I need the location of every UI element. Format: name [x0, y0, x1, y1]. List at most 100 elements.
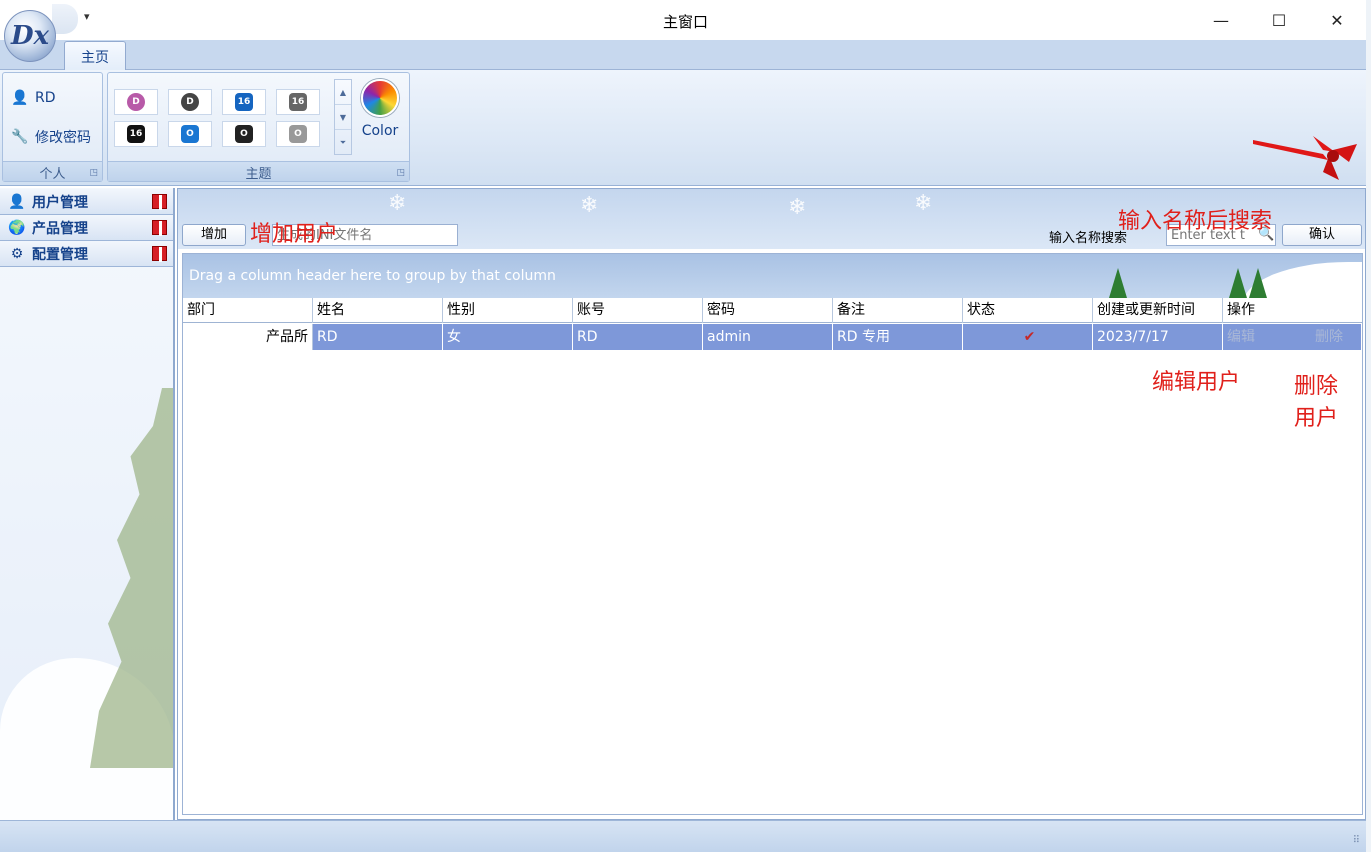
gallery-scroller[interactable]: ▲ ▼ ⏷ — [334, 79, 352, 155]
navigation-sidebar: 👤 用户管理 🌍 产品管理 ⚙ 配置管理 — [0, 188, 175, 820]
cell-status[interactable]: ✔ — [963, 324, 1093, 350]
theme-office-black-icon: 16 — [127, 125, 145, 143]
snowflake-icon: ❄ — [388, 191, 407, 216]
pine-tree-icon — [1109, 268, 1127, 298]
change-password-button[interactable]: 🔧 修改密码 — [11, 127, 91, 147]
gallery-down-icon[interactable]: ▼ — [335, 105, 351, 130]
column-header-remark[interactable]: 备注 — [833, 298, 963, 323]
theme-office-blue-icon: 16 — [235, 93, 253, 111]
group-caption-personal: 个人 — [3, 161, 102, 182]
cell-gender[interactable]: 女 — [443, 324, 573, 350]
theme-gallery: D D 16 16 16 O O O — [114, 85, 330, 155]
sidebar-item-user-management[interactable]: 👤 用户管理 — [0, 189, 173, 215]
ribbon-tab-strip: 主页 — [0, 40, 1366, 71]
column-header-password[interactable]: 密码 — [703, 298, 833, 323]
column-header-name[interactable]: 姓名 — [313, 298, 443, 323]
minimize-button[interactable]: — — [1201, 6, 1241, 34]
user-icon: 👤 — [11, 90, 29, 106]
sidebar-item-config-management[interactable]: ⚙ 配置管理 — [0, 241, 173, 267]
current-user-label: RD — [35, 90, 56, 106]
search-label: 输入名称搜索 — [1049, 231, 1128, 246]
edit-user-link[interactable]: 编辑 — [1227, 324, 1255, 350]
group-panel-hint: Drag a column header here to group by th… — [189, 268, 556, 284]
table-row[interactable]: 产品所 RD 女 RD admin RD 专用 ✔ 2023/7/17 编辑 删… — [183, 324, 1362, 350]
annotation-delete-user-line2: 用户 — [1294, 406, 1339, 431]
gallery-expand-icon[interactable]: ⏷ — [335, 130, 351, 155]
snowflake-icon: ❄ — [914, 191, 933, 216]
annotation-search: 输入名称后搜索 — [1118, 209, 1273, 234]
column-header-status[interactable]: 状态 — [963, 298, 1093, 323]
cell-dept[interactable]: 产品所 — [183, 324, 313, 350]
theme-item[interactable]: O — [222, 121, 266, 147]
cell-account[interactable]: RD — [573, 324, 703, 350]
theme-dx-dark-icon: D — [181, 93, 199, 111]
theme-office-gray-icon: 16 — [289, 93, 307, 111]
app-menu-orb[interactable]: Dx — [4, 10, 56, 62]
sidebar-item-label: 配置管理 — [32, 246, 88, 263]
tree-decoration — [90, 388, 173, 768]
theme-office-2013-light-icon: O — [289, 125, 307, 143]
resize-grip-icon[interactable]: ⠿ — [1353, 835, 1360, 846]
sidebar-item-product-management[interactable]: 🌍 产品管理 — [0, 215, 173, 241]
gallery-up-icon[interactable]: ▲ — [335, 80, 351, 105]
snowflake-icon: ❄ — [788, 195, 807, 220]
color-button[interactable]: Color — [358, 79, 402, 149]
column-header-row: 部门 姓名 性别 账号 密码 备注 状态 创建或更新时间 操作 — [183, 298, 1362, 323]
key-icon: 🔧 — [11, 129, 29, 145]
app-logo-icon: Dx — [10, 21, 50, 51]
theme-item[interactable]: 16 — [114, 121, 158, 147]
window-title: 主窗口 — [662, 13, 708, 31]
theme-dx-pink-icon: D — [127, 93, 145, 111]
color-label: Color — [361, 123, 399, 139]
theme-item[interactable]: D — [168, 89, 212, 115]
title-bar: ▾ 主窗口 — ☐ ✕ — [0, 0, 1371, 40]
gear-icon: ⚙ — [10, 245, 24, 262]
christmas-bow-icon — [1253, 136, 1357, 180]
product-icon: 🌍 — [8, 219, 26, 236]
column-header-actions[interactable]: 操作 — [1223, 298, 1362, 323]
palette-icon — [361, 79, 399, 117]
dialog-launcher-icon[interactable]: ◳ — [396, 168, 405, 178]
theme-item[interactable]: 16 — [222, 89, 266, 115]
check-icon[interactable]: ✔ — [1024, 329, 1036, 345]
delete-user-link[interactable]: 删除 — [1315, 324, 1343, 350]
ribbon-body: 👤 RD 🔧 修改密码 个人 ◳ D D 16 16 16 O O O ▲ ▼ … — [0, 70, 1366, 186]
cell-password[interactable]: admin — [703, 324, 833, 350]
dialog-launcher-icon[interactable]: ◳ — [89, 168, 98, 178]
window-edge — [1366, 0, 1371, 852]
gift-icon — [152, 194, 167, 210]
theme-item[interactable]: 16 — [276, 89, 320, 115]
snowflake-icon: ❄ — [580, 193, 599, 218]
ribbon-group-personal: 👤 RD 🔧 修改密码 个人 ◳ — [2, 72, 103, 182]
close-button[interactable]: ✕ — [1317, 6, 1357, 34]
sidebar-item-label: 产品管理 — [32, 220, 88, 237]
annotation-delete-user-line1: 删除 — [1294, 374, 1339, 399]
cell-actions: 编辑 删除 — [1223, 324, 1362, 350]
theme-item[interactable]: D — [114, 89, 158, 115]
column-header-time[interactable]: 创建或更新时间 — [1093, 298, 1223, 323]
gift-icon — [152, 220, 167, 236]
sidebar-item-label: 用户管理 — [32, 194, 88, 211]
column-header-account[interactable]: 账号 — [573, 298, 703, 323]
maximize-button[interactable]: ☐ — [1259, 6, 1299, 34]
cell-name[interactable]: RD — [313, 324, 443, 350]
tab-home[interactable]: 主页 — [64, 41, 126, 71]
theme-office-2013-dark-icon: O — [235, 125, 253, 143]
theme-item[interactable]: O — [276, 121, 320, 147]
annotation-add-user: 增加用户 — [250, 222, 339, 247]
user-icon: 👤 — [8, 193, 26, 210]
user-grid: Drag a column header here to group by th… — [182, 253, 1363, 815]
group-by-panel[interactable]: Drag a column header here to group by th… — [183, 254, 1362, 298]
column-header-dept[interactable]: 部门 — [183, 298, 313, 323]
cell-time[interactable]: 2023/7/17 — [1093, 324, 1223, 350]
theme-item[interactable]: O — [168, 121, 212, 147]
annotation-edit-user: 编辑用户 — [1152, 370, 1241, 395]
current-user-button[interactable]: 👤 RD — [11, 89, 56, 107]
cell-remark[interactable]: RD 专用 — [833, 324, 963, 350]
column-header-gender[interactable]: 性别 — [443, 298, 573, 323]
add-user-button[interactable]: 增加 — [182, 224, 246, 246]
status-bar: ⠿ — [0, 820, 1366, 852]
theme-office-2013-blue-icon: O — [181, 125, 199, 143]
group-caption-theme: 主题 — [108, 161, 409, 182]
confirm-search-button[interactable]: 确认 — [1282, 224, 1362, 246]
